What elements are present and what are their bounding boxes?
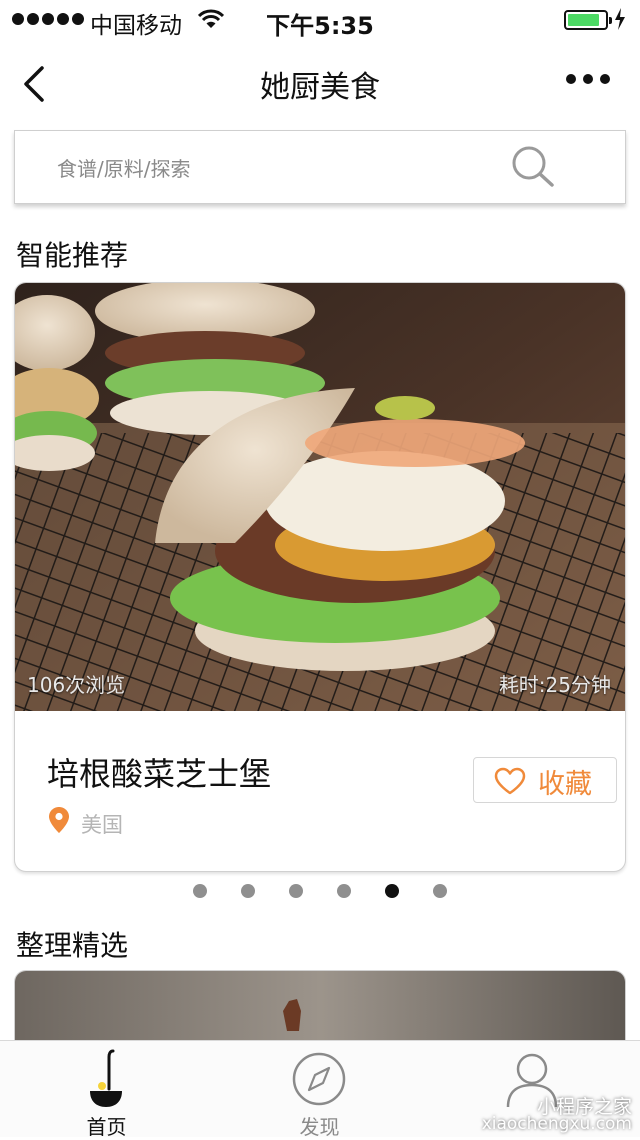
search-bar bbox=[14, 130, 626, 204]
status-bar: 中国移动 下午5:35 bbox=[0, 0, 640, 40]
view-count: 106次浏览 bbox=[27, 673, 126, 697]
tab-discover[interactable]: 发现 bbox=[213, 1041, 426, 1139]
more-dot-icon bbox=[600, 74, 610, 84]
more-options-button[interactable] bbox=[566, 74, 610, 84]
compass-icon bbox=[292, 1052, 346, 1106]
more-dot-icon bbox=[566, 74, 576, 84]
carousel-dot[interactable] bbox=[385, 884, 399, 898]
tab-home[interactable]: 首页 bbox=[0, 1041, 213, 1139]
search-input[interactable] bbox=[55, 151, 479, 187]
recipe-title: 培根酸菜芝士堡 bbox=[47, 755, 272, 793]
battery-fill bbox=[568, 14, 599, 26]
watermark: 小程序之家 xiaochengxu.com bbox=[410, 1088, 640, 1136]
carousel-dot[interactable] bbox=[193, 884, 207, 898]
carousel-dot[interactable] bbox=[289, 884, 303, 898]
recipe-photo[interactable] bbox=[15, 283, 625, 711]
recipe-card[interactable]: 106次浏览 耗时:25分钟 培根酸菜芝士堡 美国 收藏 bbox=[14, 282, 626, 872]
search-icon[interactable] bbox=[509, 143, 557, 191]
carousel-indicator bbox=[0, 884, 640, 898]
carousel-dot[interactable] bbox=[241, 884, 255, 898]
favorite-label: 收藏 bbox=[538, 769, 592, 800]
recipe-origin: 美国 bbox=[81, 813, 123, 837]
battery-icon bbox=[564, 10, 612, 30]
carousel-dot[interactable] bbox=[337, 884, 351, 898]
charging-icon bbox=[615, 8, 625, 30]
ladle-icon bbox=[90, 1049, 122, 1107]
heart-icon bbox=[494, 767, 526, 795]
nav-bar: 她厨美食 bbox=[0, 40, 640, 128]
cook-time: 耗时:25分钟 bbox=[498, 673, 611, 697]
carousel-dot[interactable] bbox=[433, 884, 447, 898]
curated-section-title: 整理精选 bbox=[16, 929, 129, 962]
more-dot-icon bbox=[583, 74, 593, 84]
recommend-section-title: 智能推荐 bbox=[16, 239, 129, 272]
favorite-button[interactable]: 收藏 bbox=[473, 757, 617, 803]
watermark-en: xiaochengxu.com bbox=[481, 1114, 632, 1134]
location-pin-icon bbox=[49, 807, 69, 833]
clock: 下午5:35 bbox=[266, 12, 374, 40]
page-title: 她厨美食 bbox=[260, 70, 380, 105]
